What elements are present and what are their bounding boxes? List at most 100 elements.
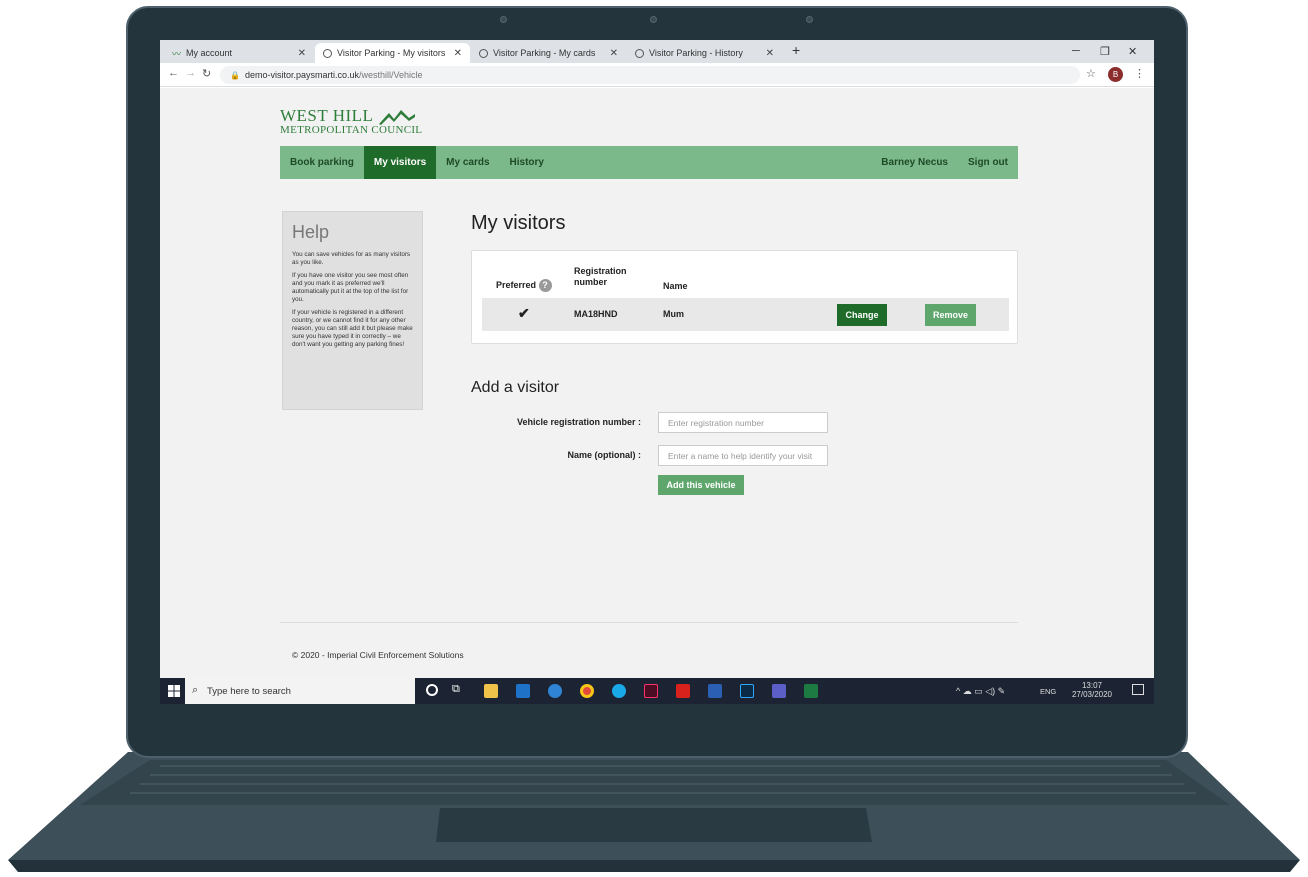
sensor-dot bbox=[500, 16, 507, 23]
edge-icon[interactable] bbox=[548, 684, 562, 698]
url-host: demo-visitor.paysmarti.co.uk bbox=[244, 70, 360, 80]
table-row: ✔ MA18HND Mum Change Remove bbox=[482, 298, 1009, 331]
excel-icon[interactable] bbox=[804, 684, 818, 698]
clock-time: 13:07 bbox=[1081, 681, 1102, 690]
nav-my-cards[interactable]: My cards bbox=[436, 146, 499, 179]
lock-icon: 🔒 bbox=[230, 70, 240, 80]
taskbar-search[interactable]: ⌕ Type here to search bbox=[185, 678, 415, 704]
photoshop-icon[interactable] bbox=[740, 684, 754, 698]
indesign-icon[interactable] bbox=[644, 684, 658, 698]
restore-icon[interactable]: ❐ bbox=[1100, 45, 1110, 58]
add-vehicle-button[interactable]: Add this vehicle bbox=[658, 475, 744, 495]
close-icon[interactable]: ✕ bbox=[766, 48, 774, 59]
help-paragraph: You can save vehicles for as many visito… bbox=[292, 251, 411, 266]
camera-dot bbox=[650, 16, 657, 23]
globe-icon bbox=[479, 48, 488, 58]
help-icon[interactable]: ? bbox=[538, 279, 552, 292]
profile-avatar[interactable]: B bbox=[1108, 67, 1123, 82]
nav-my-visitors[interactable]: My visitors bbox=[363, 146, 437, 179]
col-preferred: Preferred ? bbox=[496, 279, 552, 292]
visitors-table-card: Preferred ? Registration number Name ✔ M… bbox=[471, 250, 1018, 344]
col-registration-line1: Registration bbox=[574, 266, 627, 276]
close-icon[interactable]: ✕ bbox=[610, 48, 618, 59]
language-indicator[interactable]: ENG bbox=[1040, 687, 1056, 696]
clock[interactable]: 13:07 27/03/2020 bbox=[1072, 681, 1112, 699]
laptop-mockup: 〰 My account ✕ Visitor Parking - My visi… bbox=[0, 0, 1308, 877]
registration-input[interactable] bbox=[658, 412, 828, 433]
help-panel: Help You can save vehicles for as many v… bbox=[282, 211, 423, 410]
nav-history[interactable]: History bbox=[500, 146, 554, 179]
nav-book-parking[interactable]: Book parking bbox=[280, 146, 364, 179]
remove-button[interactable]: Remove bbox=[925, 304, 976, 326]
main-nav: Book parking My visitors My cards Histor… bbox=[280, 146, 1018, 179]
tab-label: Visitor Parking - History bbox=[649, 48, 743, 58]
search-icon: ⌕ bbox=[192, 684, 199, 696]
change-button[interactable]: Change bbox=[837, 304, 887, 326]
col-registration: Registration number bbox=[574, 266, 627, 288]
close-icon[interactable]: ✕ bbox=[454, 48, 462, 59]
logo-line1: WEST HILL bbox=[280, 106, 374, 125]
url-path: /westhill/Vehicle bbox=[359, 70, 423, 80]
wave-icon: 〰 bbox=[172, 48, 182, 59]
col-preferred-label: Preferred bbox=[496, 279, 537, 290]
url-field[interactable]: 🔒 demo-visitor.paysmarti.co.uk/westhill/… bbox=[220, 66, 1080, 84]
help-paragraph: If your vehicle is registered in a diffe… bbox=[292, 309, 413, 348]
tab-my-account[interactable]: 〰 My account ✕ bbox=[164, 43, 314, 63]
council-logo[interactable]: WEST HILL METROPOLITAN COUNCIL bbox=[280, 106, 422, 136]
page-title: My visitors bbox=[471, 212, 566, 234]
visitor-name-input[interactable] bbox=[658, 445, 828, 466]
nav-sign-out[interactable]: Sign out bbox=[958, 146, 1018, 179]
help-title: Help bbox=[292, 222, 330, 242]
add-visitor-heading: Add a visitor bbox=[471, 379, 560, 396]
forward-icon[interactable]: → bbox=[185, 67, 196, 79]
browser-tab-bar: 〰 My account ✕ Visitor Parking - My visi… bbox=[160, 40, 1154, 63]
back-icon[interactable]: ← bbox=[168, 67, 179, 79]
word-icon[interactable] bbox=[708, 684, 722, 698]
cell-registration: MA18HND bbox=[574, 309, 618, 319]
chrome-icon[interactable] bbox=[580, 684, 594, 698]
taskbar-search-placeholder: Type here to search bbox=[207, 685, 291, 697]
name-label: Name (optional) : bbox=[567, 450, 642, 460]
cell-name: Mum bbox=[663, 309, 684, 319]
system-tray-icons[interactable]: ^ ☁ ▭ ◁) ✎ bbox=[956, 686, 1005, 697]
file-explorer-icon[interactable] bbox=[484, 684, 498, 698]
logo-line2: METROPOLITAN COUNCIL bbox=[280, 124, 423, 136]
help-paragraph: If you have one visitor you see most oft… bbox=[292, 272, 409, 303]
reload-icon[interactable]: ↻ bbox=[202, 67, 211, 80]
nav-user-name[interactable]: Barney Necus bbox=[871, 146, 958, 179]
tab-label: Visitor Parking - My visitors bbox=[337, 48, 446, 58]
tab-history[interactable]: Visitor Parking - History ✕ bbox=[627, 43, 782, 63]
footer-text: © 2020 - Imperial Civil Enforcement Solu… bbox=[292, 650, 464, 660]
sensor-dot bbox=[806, 16, 813, 23]
tab-label: My account bbox=[186, 48, 233, 58]
tab-my-visitors[interactable]: Visitor Parking - My visitors ✕ bbox=[315, 43, 470, 63]
col-name: Name bbox=[663, 281, 688, 291]
close-window-icon[interactable]: ✕ bbox=[1128, 45, 1137, 58]
tab-my-cards[interactable]: Visitor Parking - My cards ✕ bbox=[471, 43, 626, 63]
skype-icon[interactable] bbox=[612, 684, 626, 698]
tab-label: Visitor Parking - My cards bbox=[493, 48, 596, 58]
cortana-icon[interactable] bbox=[426, 684, 438, 696]
web-page: WEST HILL METROPOLITAN COUNCIL Book park… bbox=[160, 88, 1154, 678]
globe-icon bbox=[323, 48, 332, 58]
close-icon[interactable]: ✕ bbox=[298, 48, 306, 59]
teams-icon[interactable] bbox=[772, 684, 786, 698]
footer-divider bbox=[280, 622, 1018, 623]
minimize-icon[interactable]: ─ bbox=[1072, 45, 1080, 57]
check-icon: ✔ bbox=[518, 305, 530, 321]
screen: 〰 My account ✕ Visitor Parking - My visi… bbox=[160, 40, 1154, 704]
col-registration-line2: number bbox=[574, 277, 608, 287]
windows-taskbar: ⌕ Type here to search ⧉ ^ ☁ ▭ ◁) ✎ ENG 1… bbox=[160, 678, 1154, 704]
new-tab-button[interactable]: + bbox=[792, 42, 800, 58]
acrobat-icon[interactable] bbox=[676, 684, 690, 698]
outlook-icon[interactable] bbox=[516, 684, 530, 698]
task-view-icon[interactable]: ⧉ bbox=[452, 683, 460, 696]
globe-icon bbox=[635, 48, 644, 58]
reg-label: Vehicle registration number : bbox=[516, 417, 641, 427]
menu-icon[interactable]: ⋮ bbox=[1134, 67, 1145, 80]
windows-start-icon[interactable] bbox=[168, 685, 180, 697]
star-icon[interactable]: ☆ bbox=[1086, 67, 1096, 80]
address-bar-row: ← → ↻ 🔒 demo-visitor.paysmarti.co.uk/wes… bbox=[160, 63, 1154, 87]
notification-icon[interactable] bbox=[1132, 684, 1144, 695]
clock-date: 27/03/2020 bbox=[1071, 690, 1112, 699]
